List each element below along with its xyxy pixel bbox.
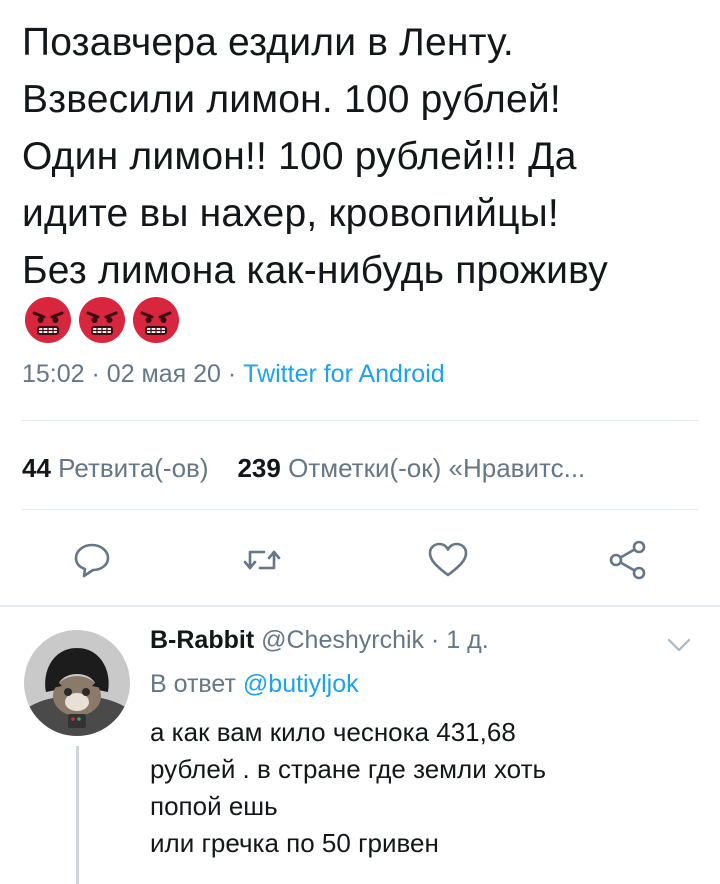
reply-text-line: попой ешь: [150, 791, 278, 821]
reply-text: а как вам кило чеснока 431,68 рублей . в…: [150, 714, 710, 862]
reply-to-line: В ответ @butiyljok: [150, 670, 359, 699]
tweet-text-line: Один лимон!! 100 рублей!!! Да: [22, 135, 577, 178]
angry-face-icon: [133, 297, 179, 343]
reply-to-label: В ответ: [150, 670, 236, 698]
avatar-image: [24, 630, 130, 736]
reply-button[interactable]: [70, 538, 114, 582]
reply-header: B-Rabbit @Cheshyrchik · 1 д.: [150, 626, 489, 655]
likes-label: Отметки(-ок) «Нравитс...: [288, 453, 586, 483]
tweet-time: 15:02: [22, 360, 85, 388]
avatar[interactable]: [24, 630, 130, 736]
likes-count: 239: [237, 453, 281, 483]
tweet-text-line: Взвесили лимон. 100 рублей!: [22, 78, 561, 121]
angry-face-icon: [25, 297, 71, 343]
tweet-meta: 15:02 · 02 мая 20 · Twitter for Android: [22, 360, 445, 389]
likes-stat[interactable]: 239 Отметки(-ок) «Нравитс...: [237, 453, 585, 483]
share-button[interactable]: [606, 538, 650, 582]
tweet-date: 02 мая 20: [106, 360, 221, 388]
share-icon: [609, 540, 646, 580]
reply-icon: [74, 543, 110, 578]
tweet-source-link[interactable]: Twitter for Android: [243, 360, 444, 388]
divider: [22, 420, 698, 421]
retweets-stat[interactable]: 44 Ретвита(-ов): [22, 453, 209, 483]
reply-text-line: а как вам кило чеснока 431,68: [150, 717, 516, 747]
retweet-button[interactable]: [240, 538, 284, 582]
angry-face-icon: [79, 297, 125, 343]
reply-text-line: или гречка по 50 гривен: [150, 828, 439, 858]
emoji-row: [24, 296, 180, 344]
meta-separator: ·: [431, 626, 440, 654]
heart-icon: [428, 542, 468, 577]
reply-text-line: рублей . в стране где земли хоть: [150, 754, 547, 784]
tweet-text: Позавчера ездили в Ленту. Взвесили лимон…: [22, 14, 702, 299]
retweets-label: Ретвита(-ов): [58, 453, 209, 483]
retweet-icon: [243, 550, 281, 570]
tweet-text-line: Без лимона как-нибудь проживу: [22, 249, 608, 292]
tweet-text-line: Позавчера ездили в Ленту.: [22, 21, 514, 64]
reply-author-handle[interactable]: @Cheshyrchik: [261, 626, 424, 654]
chevron-down-icon[interactable]: [664, 632, 694, 658]
reply-author-name[interactable]: B-Rabbit: [150, 626, 254, 654]
section-divider: [0, 605, 720, 607]
divider: [22, 509, 698, 510]
meta-separator: ·: [91, 360, 100, 388]
meta-separator: ·: [227, 360, 237, 388]
tweet-action-bar: [0, 538, 720, 588]
like-button[interactable]: [426, 538, 470, 582]
thread-line: [76, 746, 79, 884]
reply-to-mention[interactable]: @butiyljok: [243, 670, 359, 698]
reply-age: 1 д.: [446, 626, 489, 654]
tweet-text-line: идите вы нахер, кровопийцы!: [22, 192, 559, 235]
retweets-count: 44: [22, 453, 51, 483]
tweet-stats: 44 Ретвита(-ов) 239 Отметки(-ок) «Нравит…: [22, 453, 585, 484]
